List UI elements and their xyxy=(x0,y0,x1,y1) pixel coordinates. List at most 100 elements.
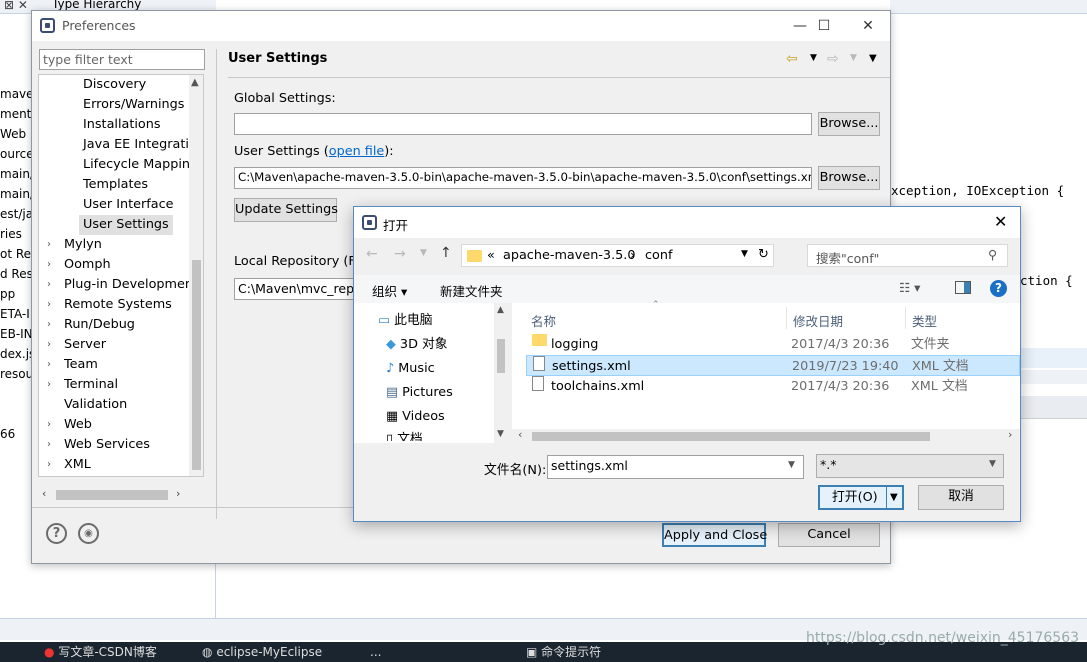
apply-and-close-button[interactable]: Apply and Close xyxy=(662,523,767,547)
nav-item-videos[interactable]: ▦ Videos xyxy=(386,405,445,429)
tree-item[interactable]: Validation xyxy=(64,395,127,415)
address-bar[interactable]: « apache-maven-3.5.0 › conf ▼ ↻ xyxy=(461,244,774,267)
maximize-button[interactable]: ☐ xyxy=(802,14,846,38)
open-button[interactable]: 打开(O) ▼ xyxy=(818,485,904,510)
tree-item[interactable]: Discovery xyxy=(83,75,146,95)
scroll-thumb[interactable] xyxy=(532,432,930,441)
column-header-type[interactable]: 类型 xyxy=(912,311,937,330)
forward-icon[interactable]: → xyxy=(394,246,406,262)
tree-item[interactable]: Plug-in Development xyxy=(64,275,198,295)
search-input[interactable]: 搜索"conf" ⚲ xyxy=(807,244,1008,267)
new-folder-button[interactable]: 新建文件夹 xyxy=(440,281,503,300)
expand-arrow-icon[interactable]: › xyxy=(47,435,51,455)
global-settings-field[interactable] xyxy=(234,113,812,135)
tree-item[interactable]: Run/Debug xyxy=(64,315,135,335)
taskbar-item[interactable]: ▣ 命令提示符 xyxy=(526,642,666,662)
global-browse-button[interactable]: Browse... xyxy=(818,112,880,136)
user-browse-button[interactable]: Browse... xyxy=(818,166,880,190)
expand-arrow-icon[interactable]: › xyxy=(47,415,51,435)
organize-button[interactable]: 组织 ▾ xyxy=(372,281,407,300)
preview-pane-icon[interactable] xyxy=(955,281,971,294)
chevron-down-icon[interactable]: ▼ xyxy=(741,249,748,259)
file-row[interactable]: settings.xml 2019/7/23 19:40 XML 文档 xyxy=(526,355,1020,376)
breadcrumb-item[interactable]: conf xyxy=(645,248,672,263)
forward-arrow-icon[interactable]: ⇨ xyxy=(827,51,839,67)
nav-item-music[interactable]: ♪ Music xyxy=(386,357,435,381)
scroll-thumb[interactable] xyxy=(192,260,201,470)
update-settings-button[interactable]: Update Settings xyxy=(234,198,338,222)
tree-item[interactable]: Oomph xyxy=(64,255,111,275)
scroll-thumb[interactable] xyxy=(56,490,168,500)
tree-item[interactable]: Java EE Integration xyxy=(83,135,203,155)
filename-input[interactable]: settings.xml ▼ xyxy=(547,455,804,479)
forward-menu-icon[interactable]: ▼ xyxy=(850,53,857,63)
tree-item[interactable]: Templates xyxy=(83,175,148,195)
expand-arrow-icon[interactable]: › xyxy=(47,275,51,295)
recent-locations-icon[interactable]: ▼ xyxy=(420,248,427,258)
view-menu-icon[interactable]: ▼ xyxy=(869,53,877,64)
chevron-down-icon[interactable]: ▼ xyxy=(989,459,996,469)
column-header-date[interactable]: 修改日期 xyxy=(793,311,843,330)
breadcrumb-separator[interactable]: › xyxy=(630,248,635,263)
user-settings-field[interactable]: C:\Maven\apache-maven-3.5.0-bin\apache-m… xyxy=(234,167,812,189)
nav-item-documents[interactable]: ▯ 文档 xyxy=(386,429,423,441)
nav-item-this-pc[interactable]: ▭ 此电脑 xyxy=(378,309,433,333)
breadcrumb-overflow[interactable]: « xyxy=(487,248,495,263)
scroll-right-icon[interactable]: › xyxy=(1008,428,1012,441)
tree-item[interactable]: Web xyxy=(64,415,92,435)
open-menu-icon[interactable]: ▼ xyxy=(890,487,898,509)
breadcrumb-item[interactable]: apache-maven-3.5.0 xyxy=(503,248,636,263)
help-icon[interactable]: ? xyxy=(990,280,1007,297)
scroll-thumb[interactable] xyxy=(497,339,505,373)
file-row[interactable]: toolchains.xml 2017/4/3 20:36 XML 文档 xyxy=(526,376,1020,397)
file-list-horizontal-scrollbar[interactable]: ‹ › xyxy=(512,428,1020,443)
expand-arrow-icon[interactable]: › xyxy=(47,455,51,475)
expand-arrow-icon[interactable]: › xyxy=(47,335,51,355)
expand-arrow-icon[interactable]: › xyxy=(47,355,51,375)
cancel-button[interactable]: Cancel xyxy=(778,523,880,547)
taskbar-item[interactable]: ◍ eclipse-MyEclipse xyxy=(202,642,352,662)
back-menu-icon[interactable]: ▼ xyxy=(810,53,817,63)
close-button[interactable]: ✕ xyxy=(994,212,1007,231)
tree-item[interactable]: Web Services xyxy=(64,435,150,455)
nav-item-3d-objects[interactable]: ◆ 3D 对象 xyxy=(386,333,448,357)
taskbar-item[interactable]: ● 写文章-CSDN博客 xyxy=(44,642,184,662)
tree-item[interactable]: User Settings xyxy=(79,215,173,235)
nav-scrollbar[interactable]: ▲ ▼ xyxy=(494,303,508,443)
tree-item[interactable]: XML xyxy=(64,455,91,475)
expand-arrow-icon[interactable]: › xyxy=(47,255,51,275)
import-export-icon[interactable]: ◉ xyxy=(78,523,99,544)
cancel-button[interactable]: 取消 xyxy=(918,485,1004,510)
open-file-link[interactable]: open file xyxy=(329,144,385,159)
tree-item[interactable]: User Interface xyxy=(83,195,174,215)
tree-item[interactable]: Remote Systems xyxy=(64,295,172,315)
column-header-name[interactable]: 名称 xyxy=(531,311,556,330)
expand-arrow-icon[interactable]: › xyxy=(47,315,51,335)
back-icon[interactable]: ← xyxy=(366,246,378,262)
scroll-left-icon[interactable]: ‹ xyxy=(42,487,46,500)
tree-horizontal-scrollbar[interactable]: ‹ › xyxy=(38,487,204,503)
view-options-icon[interactable]: ☷ ▾ xyxy=(899,280,920,295)
tree-item[interactable]: Lifecycle Mapping xyxy=(83,155,198,175)
expand-arrow-icon[interactable]: › xyxy=(47,295,51,315)
file-type-select[interactable]: *.* ▼ xyxy=(816,454,1004,478)
nav-item-pictures[interactable]: ▤ Pictures xyxy=(386,381,453,405)
close-button[interactable]: ✕ xyxy=(846,14,890,38)
tree-vertical-scrollbar[interactable]: ▲ xyxy=(189,75,203,476)
help-icon[interactable]: ? xyxy=(46,523,67,544)
file-row[interactable]: logging 2017/4/3 20:36 文件夹 xyxy=(526,334,1020,355)
chevron-down-icon[interactable]: ▼ xyxy=(788,460,795,470)
scroll-up-icon[interactable]: ▲ xyxy=(191,77,199,88)
scroll-down-icon[interactable]: ▼ xyxy=(497,429,504,439)
tree-item[interactable]: Installations xyxy=(83,115,161,135)
close-icon[interactable]: ⊠ ✕ xyxy=(4,0,28,12)
expand-arrow-icon[interactable]: › xyxy=(47,235,51,255)
taskbar-item[interactable]: ... xyxy=(370,642,510,662)
up-icon[interactable]: ↑ xyxy=(440,245,452,261)
scroll-left-icon[interactable]: ‹ xyxy=(518,428,522,441)
back-arrow-icon[interactable]: ⇦ xyxy=(786,51,798,67)
tree-item[interactable]: Server xyxy=(64,335,106,355)
scroll-up-icon[interactable]: ▲ xyxy=(497,305,504,315)
refresh-icon[interactable]: ↻ xyxy=(758,247,769,262)
tree-item[interactable]: Errors/Warnings xyxy=(83,95,184,115)
